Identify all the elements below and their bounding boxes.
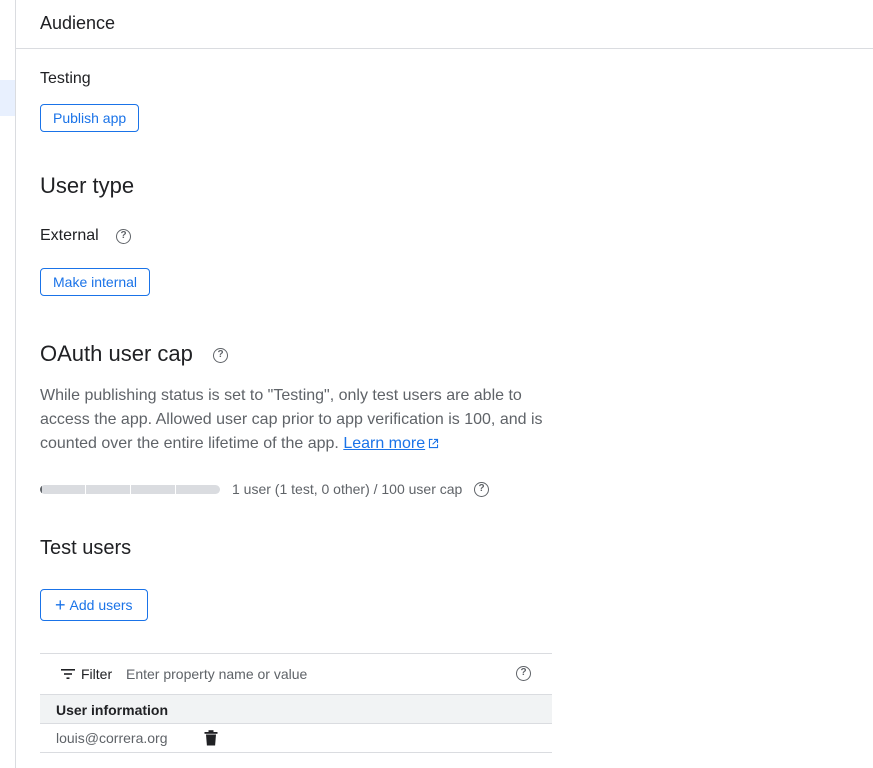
left-nav-selected-item[interactable] bbox=[0, 80, 15, 116]
add-users-label: Add users bbox=[69, 597, 133, 613]
make-internal-button[interactable]: Make internal bbox=[40, 268, 151, 296]
left-nav-rail bbox=[0, 0, 16, 768]
help-circle-icon[interactable]: ? bbox=[516, 666, 531, 681]
page-title: Audience bbox=[40, 13, 116, 33]
user-type-value: External bbox=[40, 227, 99, 244]
progress-divider bbox=[175, 485, 176, 494]
progress-divider bbox=[130, 485, 131, 494]
trash-icon[interactable] bbox=[204, 730, 218, 746]
test-users-title: Test users bbox=[40, 537, 132, 559]
column-header-user-information[interactable]: User information bbox=[56, 702, 168, 718]
user-cap-usage-text: 1 user (1 test, 0 other) / 100 user cap bbox=[232, 481, 463, 497]
help-circle-icon[interactable]: ? bbox=[474, 482, 489, 497]
filter-input[interactable] bbox=[126, 663, 486, 685]
table-row: louis@correra.org bbox=[40, 724, 552, 753]
user-cap-progress-fill bbox=[40, 485, 42, 494]
oauth-cap-description: While publishing status is set to "Testi… bbox=[40, 384, 560, 456]
help-circle-icon[interactable]: ? bbox=[213, 348, 228, 363]
learn-more-link[interactable]: Learn more bbox=[343, 435, 425, 452]
add-users-button[interactable]: + Add users bbox=[40, 589, 148, 621]
oauth-cap-title: OAuth user cap bbox=[40, 341, 193, 366]
user-cap-progress-bar bbox=[40, 485, 220, 494]
publishing-status: Testing bbox=[40, 70, 91, 87]
oauth-cap-description-text: While publishing status is set to "Testi… bbox=[40, 387, 543, 452]
plus-icon: + bbox=[55, 595, 66, 615]
filter-label[interactable]: Filter bbox=[81, 666, 112, 682]
filter-list-icon[interactable] bbox=[60, 668, 76, 680]
publish-app-button[interactable]: Publish app bbox=[40, 104, 140, 132]
test-user-email: louis@correra.org bbox=[56, 730, 168, 746]
learn-more-label: Learn more bbox=[343, 435, 426, 452]
table-header: User information bbox=[40, 694, 552, 724]
open-in-new-icon[interactable] bbox=[428, 438, 439, 449]
page-header: Audience bbox=[16, 0, 873, 49]
user-type-title: User type bbox=[40, 173, 135, 198]
help-circle-icon[interactable]: ? bbox=[116, 229, 131, 244]
progress-divider bbox=[85, 485, 86, 494]
filter-bar: Filter ? bbox=[40, 653, 552, 694]
